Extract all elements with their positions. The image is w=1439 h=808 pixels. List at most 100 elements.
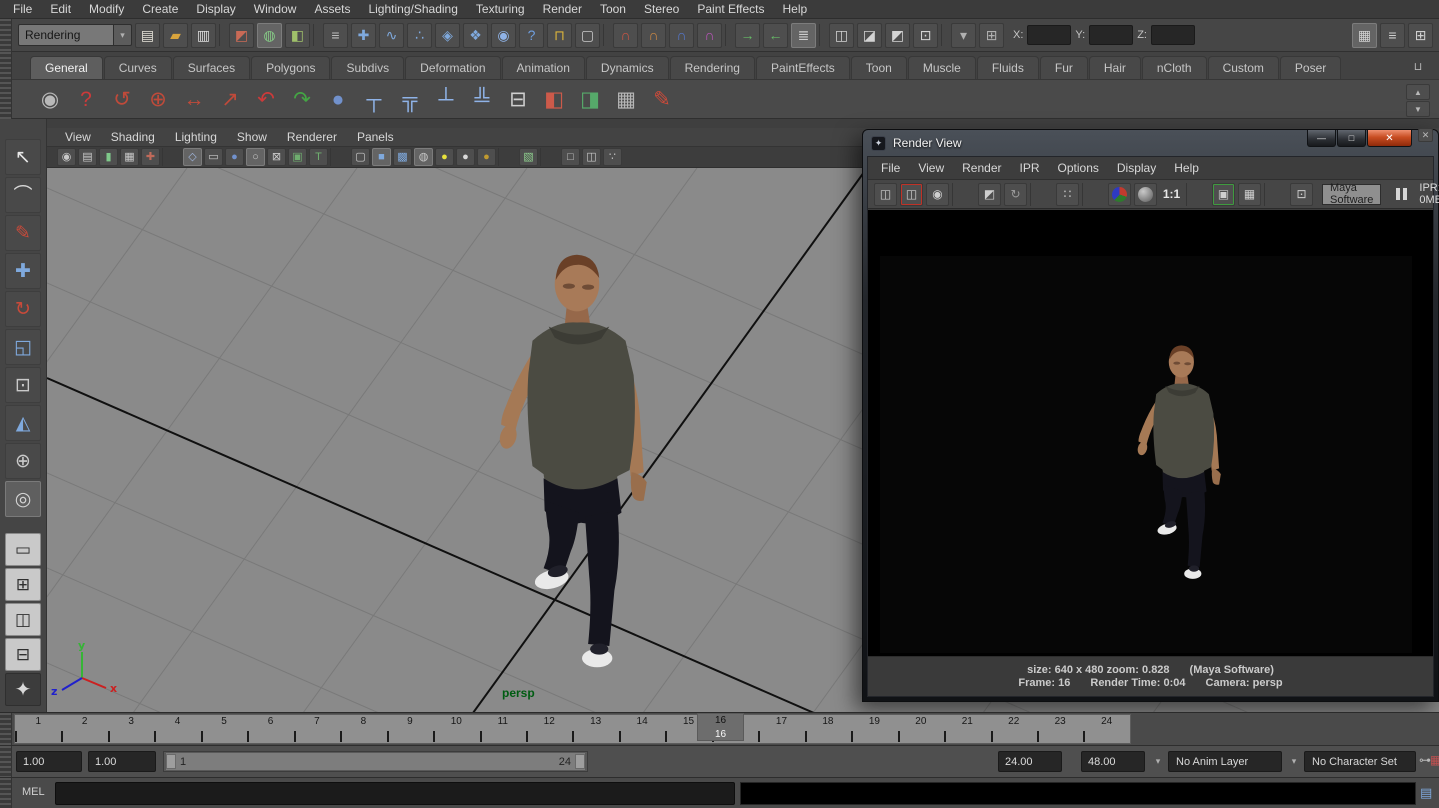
xray-icon[interactable]: □ [561,148,580,166]
character-set-chevron-icon[interactable]: ▾ [1286,751,1302,772]
render-view-menu-item[interactable]: View [909,159,953,177]
panel-close-icon[interactable]: ✕ [1418,128,1433,142]
coord-input[interactable] [1089,25,1133,45]
shelf-tab[interactable]: Polygons [251,56,330,79]
magnet-grid-icon[interactable]: ∩ [613,23,638,48]
render-view-icon[interactable] [1030,183,1053,206]
render-view-menu-item[interactable]: Display [1108,159,1165,177]
shelf-tab[interactable]: Fur [1040,56,1088,79]
chevron-down-icon[interactable]: ▾ [114,24,132,46]
parent-icon[interactable]: ┬ [358,83,390,115]
open-scene-icon[interactable]: ▰ [163,23,188,48]
ipr-pause-button[interactable] [1396,188,1407,200]
timeline-tick[interactable]: 23 [1037,715,1083,743]
shelf-tab[interactable]: Toon [851,56,907,79]
delete-history-icon[interactable]: ● [322,83,354,115]
shelf-tab[interactable]: Rendering [670,56,755,79]
snapshot-icon[interactable]: ◉ [926,183,949,206]
shelf-tab[interactable]: General [30,56,103,79]
paint-select-tool-icon[interactable]: ✎ [5,215,41,251]
toolbar-icon[interactable] [819,24,826,46]
shelf-tab[interactable]: Hair [1089,56,1141,79]
shelf-tab[interactable]: Fluids [977,56,1039,79]
duplicate-special-icon[interactable]: ◨ [574,83,606,115]
command-line-grip[interactable] [0,778,12,808]
menu-item[interactable]: Window [245,0,306,18]
shelf-tab[interactable]: PaintEffects [756,56,850,79]
snap-to-plane-icon[interactable]: ◈ [435,23,460,48]
script-editor-icon[interactable]: ▤ [1420,785,1432,801]
safe-action-icon[interactable]: ▣ [288,148,307,166]
snap-to-grid-icon[interactable]: ✚ [351,23,376,48]
menu-item[interactable]: Texturing [467,0,534,18]
range-start-handle[interactable] [166,754,176,769]
last-tool-camera-icon[interactable]: ◎ [5,481,41,517]
timeline-tick[interactable]: 8 [340,715,386,743]
timeline-tick[interactable]: 9 [387,715,433,743]
paint-effects-icon[interactable]: ✎ [646,83,678,115]
shelf-tab[interactable]: nCloth [1142,56,1207,79]
timeline-tick[interactable]: 22 [991,715,1037,743]
refresh-ipr-icon[interactable]: ↻ [1004,183,1027,206]
render-settings-icon[interactable]: ⊡ [913,23,938,48]
render-view-menu-item[interactable]: File [872,159,909,177]
maya-logo-icon[interactable]: ✦ [5,673,41,706]
update-region-icon[interactable]: ∷ [1056,183,1079,206]
menu-item[interactable]: Create [133,0,187,18]
selection-mask-icon[interactable]: ⊞ [979,23,1004,48]
viewport-icon[interactable] [162,148,181,166]
toolbar-icon[interactable] [941,24,948,46]
make-live-icon[interactable]: ◉ [491,23,516,48]
shelf-scroll-down-icon[interactable]: ▼ [1406,101,1430,117]
menu-item[interactable]: Stereo [635,0,688,18]
menu-item[interactable]: Lighting/Shading [359,0,466,18]
trash-icon[interactable]: ⊔ [1408,57,1428,76]
rgb-channels-icon[interactable] [1108,183,1131,206]
menu-item[interactable]: Paint Effects [688,0,773,18]
render-view-window[interactable]: ✦ Render View —□✕ FileViewRenderIPROptio… [862,129,1439,702]
menu-item[interactable]: Toon [591,0,635,18]
select-by-component-icon[interactable]: ◧ [285,23,310,48]
keep-image-icon[interactable]: ▣ [1212,183,1235,206]
shelf-tab[interactable]: Poser [1280,56,1341,79]
magnet-plane-icon[interactable]: ∩ [697,23,722,48]
wireframe-icon[interactable]: ▢ [351,148,370,166]
character-set-dropdown[interactable]: No Character Set [1304,751,1416,772]
timeline-tick[interactable]: 10 [433,715,479,743]
pan-zoom-icon[interactable]: ✚ [141,148,160,166]
show-manipulator-icon[interactable]: ⊕ [5,443,41,479]
film-gate-icon[interactable]: ▭ [204,148,223,166]
ungroup-icon[interactable]: ╩ [466,83,498,115]
panel-menu-item[interactable]: Shading [101,129,165,145]
toolbar-icon[interactable] [313,24,320,46]
close-button[interactable]: ✕ [1367,130,1412,147]
lasso-tool-icon[interactable]: ⌒ [5,177,41,213]
menu-item[interactable]: Help [774,0,817,18]
render-region-icon[interactable]: ◫ [900,183,923,206]
timeline-tick[interactable]: 11 [480,715,526,743]
universal-manipulator-icon[interactable]: ⊡ [5,367,41,403]
dolly-camera-icon[interactable]: ↔ [178,83,210,115]
ipr-render-icon[interactable]: ◩ [885,23,910,48]
combine-icon[interactable]: ▦ [610,83,642,115]
render-view-icon[interactable] [1186,183,1209,206]
shelf-scroll-up-icon[interactable]: ▲ [1406,84,1430,100]
shelf-tab[interactable]: Surfaces [173,56,250,79]
use-all-lights-icon[interactable]: ◍ [414,148,433,166]
rotate-tool-icon[interactable]: ↻ [5,291,41,327]
shelf-tab[interactable]: Curves [104,56,172,79]
minimize-button[interactable]: — [1307,130,1336,147]
shelf-tab[interactable]: Deformation [405,56,500,79]
range-slider-track[interactable]: 1 24 [163,751,588,772]
auto-keyframe-icon[interactable]: ▦ [1430,753,1439,767]
input-connections-icon[interactable]: → [735,23,760,48]
unparent-icon[interactable]: ┴ [430,83,462,115]
toolbar-icon[interactable] [219,24,226,46]
menu-item[interactable]: Display [187,0,244,18]
select-tool-icon[interactable]: ↖ [5,139,41,175]
safe-title-icon[interactable]: T [309,148,328,166]
layout-single-pane-icon[interactable]: ▭ [5,533,41,566]
shelf-grip[interactable] [0,52,12,119]
mel-label[interactable]: MEL [22,786,45,798]
current-frame-indicator[interactable]: 16 16 [697,713,744,741]
